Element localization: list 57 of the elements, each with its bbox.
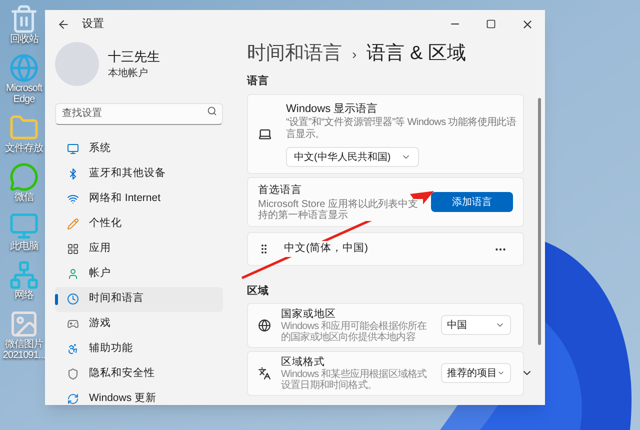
- breadcrumb-separator: ›: [352, 44, 357, 64]
- chat-icon[interactable]: [9, 162, 39, 192]
- language-dropdown[interactable]: 中文(中华人民共和国): [286, 147, 419, 168]
- profile-name: 十三先生: [108, 48, 160, 66]
- close-icon: [520, 18, 534, 30]
- setting-title: 国家或地区: [281, 308, 337, 320]
- breadcrumb-parent[interactable]: 时间和语言: [247, 40, 342, 68]
- setting-title: Windows 显示语言: [286, 102, 379, 116]
- nav-item[interactable]: 隐私和安全性: [55, 362, 223, 386]
- search-icon: [207, 106, 217, 116]
- nav-item[interactable]: 时间和语言: [55, 286, 223, 312]
- maximize-icon: [486, 19, 496, 29]
- user-icon: [67, 268, 79, 280]
- nav-item[interactable]: 蓝牙和其他设备: [55, 162, 223, 186]
- setting-description: Windows 和应用可能会根据你所在的国家或地区向你提供本地内容: [281, 320, 428, 343]
- network-icon[interactable]: [9, 260, 39, 290]
- back-icon[interactable]: [57, 18, 70, 30]
- trash-icon[interactable]: [9, 4, 39, 34]
- section-heading: 区域: [247, 284, 270, 299]
- language-icon: [258, 366, 271, 380]
- account-type: 本地帐户: [108, 66, 149, 82]
- window-title: 设置: [82, 16, 104, 32]
- laptop-icon: [258, 127, 272, 141]
- browser-icon[interactable]: [9, 53, 39, 83]
- monitor-icon: [67, 143, 79, 155]
- nav-item[interactable]: Windows 更新: [55, 386, 223, 412]
- clock-icon: [67, 293, 79, 305]
- search-field[interactable]: 查找设置: [55, 102, 223, 124]
- nav-item[interactable]: 个性化: [55, 212, 223, 236]
- setting-title: 区域格式: [281, 356, 326, 368]
- globe-icon: [258, 318, 271, 332]
- setting-description: Windows 和某些应用根据区域格式设置日期和时间格式。: [281, 368, 428, 391]
- page-title: 语言 & 区域: [366, 42, 466, 66]
- monitor-icon[interactable]: [9, 211, 39, 241]
- nav-item[interactable]: 辅助功能: [55, 336, 223, 362]
- value-dropdown[interactable]: 中国: [441, 315, 511, 336]
- setting-title: 首选语言: [258, 183, 302, 198]
- nav-item[interactable]: 帐户: [55, 262, 223, 286]
- nav-item[interactable]: 应用: [55, 236, 223, 262]
- bluetooth-icon: [67, 168, 79, 180]
- setting-description: Microsoft Store 应用将以此列表中支持的第一种语言显示: [258, 199, 423, 221]
- language-name: 中文(简体，中国): [284, 241, 368, 257]
- shield-icon: [67, 368, 79, 380]
- avatar: [55, 42, 99, 86]
- apps-icon: [67, 243, 79, 255]
- value-dropdown[interactable]: 推荐的项目: [441, 363, 511, 384]
- setting-description: “设置”和“文件资源管理器”等 Windows 功能将使用此语言显示。: [286, 117, 517, 142]
- refresh-icon: [67, 393, 79, 405]
- nav-item[interactable]: 网络和 Internet: [55, 186, 223, 212]
- accessibility-icon: [67, 343, 79, 355]
- add-language-button[interactable]: 添加语言: [431, 192, 513, 212]
- nav-item[interactable]: 游戏: [55, 312, 223, 336]
- section-heading: 语言: [247, 74, 270, 89]
- nav-item[interactable]: 系统: [55, 136, 223, 162]
- gamepad-icon: [67, 318, 79, 330]
- pencil-icon: [67, 218, 79, 230]
- image-icon[interactable]: [9, 309, 39, 339]
